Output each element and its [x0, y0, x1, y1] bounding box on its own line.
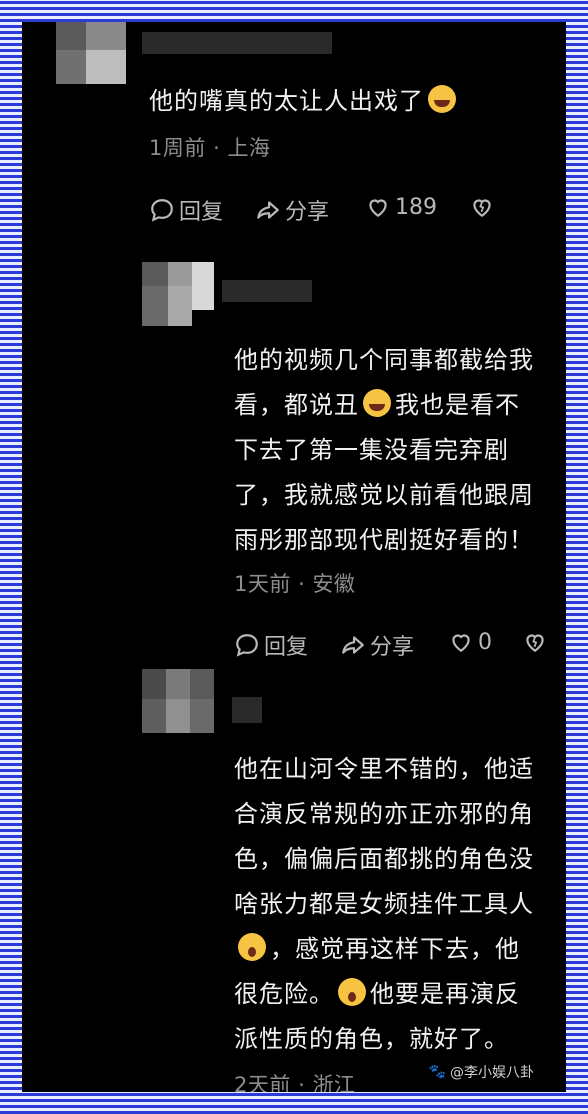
laugh-cry-emoji — [363, 389, 391, 417]
paw-icon: 🐾 — [428, 1064, 446, 1080]
comment-meta: 1天前 · 安徽 — [234, 572, 356, 596]
share-button[interactable]: 分享 — [255, 194, 329, 226]
comment-actions: 回复 分享 0 — [234, 629, 564, 661]
like-count: 0 — [478, 629, 492, 655]
share-arrow-icon — [342, 636, 364, 654]
comment-panel: 他的嘴真的太让人出戏了 1周前 · 上海 回复 分享 189 他的视频几个同事都… — [22, 22, 566, 1092]
like-button[interactable]: 0 — [448, 629, 492, 655]
reply-button[interactable]: 回复 — [149, 194, 223, 226]
comment-1: 他的嘴真的太让人出戏了 1周前 · 上海 回复 分享 189 — [22, 22, 566, 242]
username-blurred[interactable] — [142, 32, 332, 54]
comment-text: 他的视频几个同事都截给我 看，都说丑 我也是看不 下去了第一集没看完弃剧 了，我就… — [234, 346, 534, 554]
comment-2: 他的视频几个同事都截给我 看，都说丑 我也是看不 下去了第一集没看完弃剧 了，我就… — [22, 260, 566, 660]
speech-bubble-icon — [236, 634, 258, 657]
laugh-cry-emoji — [428, 85, 456, 113]
heart-icon — [452, 634, 470, 652]
share-button[interactable]: 分享 — [340, 629, 414, 661]
username-blurred[interactable] — [222, 280, 312, 302]
watermark: 🐾 @李小娱八卦 — [428, 1064, 534, 1081]
comment-actions: 回复 分享 189 — [149, 194, 549, 226]
avatar[interactable] — [56, 22, 130, 86]
speech-bubble-icon — [151, 199, 173, 222]
comment-3: 他在山河令里不错的，他适 合演反常规的亦正亦邪的角 色，偏偏后面都挑的角色没 啥… — [22, 667, 566, 1092]
comment-text: 他在山河令里不错的，他适 合演反常规的亦正亦邪的角 色，偏偏后面都挑的角色没 啥… — [234, 755, 534, 1053]
comment-text: 他的嘴真的太让人出戏了 — [149, 79, 460, 124]
like-button[interactable]: 189 — [365, 194, 437, 220]
dislike-button[interactable] — [522, 629, 548, 655]
broken-heart-icon — [526, 634, 544, 652]
shocked-emoji — [338, 978, 366, 1006]
comment-meta: 2天前 · 浙江 — [234, 1073, 356, 1092]
broken-heart-icon — [473, 199, 491, 217]
heart-icon — [369, 199, 387, 217]
like-count: 189 — [395, 194, 437, 220]
reply-button[interactable]: 回复 — [234, 629, 308, 661]
avatar[interactable] — [142, 262, 216, 326]
comment-meta: 1周前 · 上海 — [149, 136, 271, 160]
dislike-button[interactable] — [469, 194, 495, 220]
username-blurred[interactable] — [232, 697, 262, 723]
share-arrow-icon — [257, 201, 279, 219]
avatar[interactable] — [142, 669, 216, 733]
shocked-emoji — [238, 933, 266, 961]
